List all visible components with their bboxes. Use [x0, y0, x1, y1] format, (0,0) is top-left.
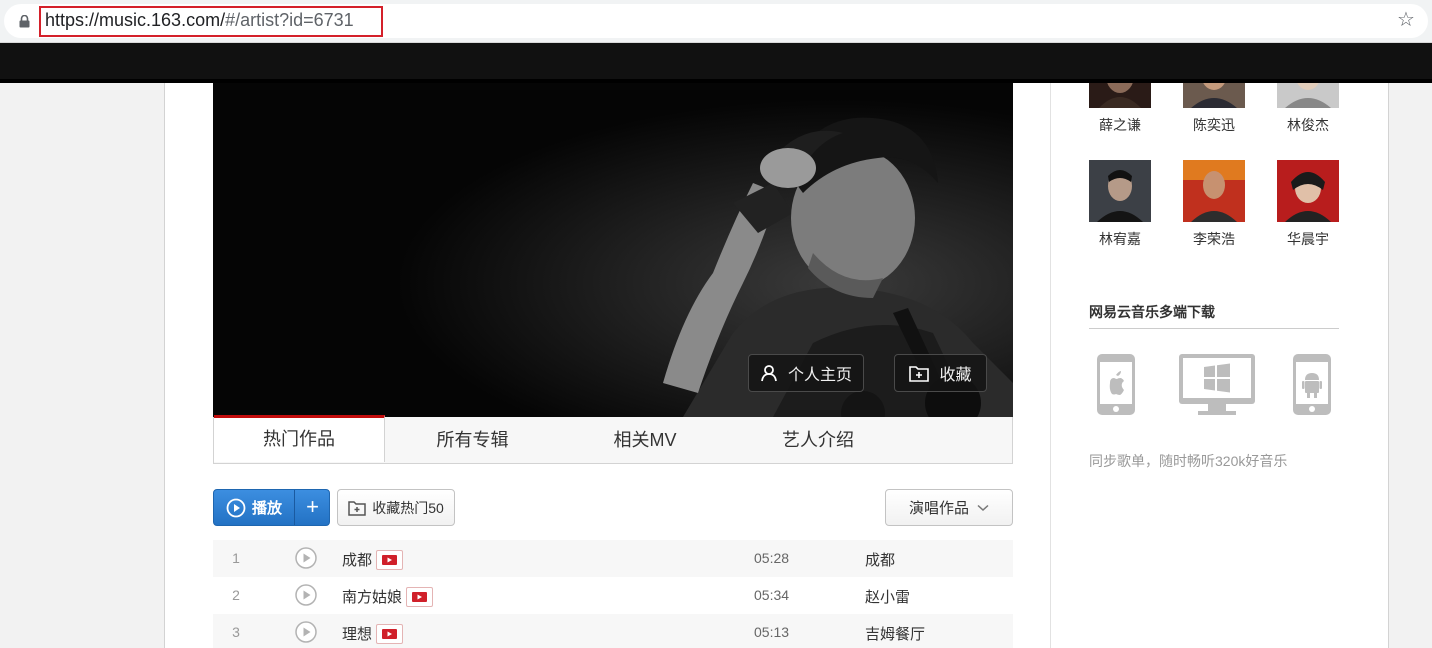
similar-artist[interactable]: 李荣浩	[1183, 160, 1245, 249]
works-filter-label: 演唱作品	[908, 500, 969, 517]
mv-icon[interactable]	[406, 586, 434, 607]
play-all-button-group: 播放 +	[213, 489, 330, 526]
download-divider	[1089, 328, 1339, 329]
artist-avatar[interactable]	[1277, 160, 1339, 222]
similar-artist[interactable]: 华晨宇	[1277, 160, 1339, 249]
collect-hot50-label: 收藏热门50	[372, 499, 444, 516]
works-filter-dropdown[interactable]: 演唱作品	[885, 489, 1013, 526]
artist-name[interactable]: 陈奕迅	[1183, 115, 1245, 135]
play-all-button[interactable]: 播放	[214, 490, 294, 525]
tab-artist-intro[interactable]: 艺人介绍	[730, 417, 906, 463]
artist-avatar[interactable]	[1183, 160, 1245, 222]
song-row[interactable]: 3 理想 05:13 吉姆餐厅	[213, 614, 1013, 648]
song-title-cell: 成都	[342, 549, 404, 570]
windows-icon[interactable]	[1178, 353, 1256, 416]
mv-icon[interactable]	[376, 549, 404, 570]
apple-icon[interactable]	[1096, 353, 1136, 416]
url-text[interactable]: https://music.163.com/#/artist?id=6731	[45, 10, 354, 31]
song-title-cell: 南方姑娘	[342, 586, 434, 607]
artist-name[interactable]: 林俊杰	[1277, 115, 1339, 135]
artist-name[interactable]: 薛之谦	[1089, 115, 1151, 135]
site-top-nav-overlay	[0, 43, 1432, 83]
tab-hot-works[interactable]: 热门作品	[214, 415, 385, 462]
android-icon[interactable]	[1292, 353, 1332, 416]
collect-hot50-button[interactable]: 收藏热门50	[337, 489, 455, 526]
song-title[interactable]: 理想	[342, 623, 372, 644]
artist-name[interactable]: 林宥嘉	[1089, 229, 1151, 249]
song-album[interactable]: 赵小雷	[865, 586, 910, 607]
lock-icon	[19, 15, 30, 28]
song-index: 3	[232, 624, 240, 640]
play-circle-icon	[226, 498, 246, 517]
collect-artist-button[interactable]: 收藏	[894, 354, 987, 392]
bookmark-star-icon[interactable]: ☆	[1397, 10, 1415, 30]
similar-artist[interactable]: 林宥嘉	[1089, 160, 1151, 249]
play-label: 播放	[251, 500, 282, 517]
add-to-playlist-button[interactable]: +	[295, 490, 330, 525]
song-row[interactable]: 2 南方姑娘 05:34 赵小雷	[213, 577, 1013, 614]
url-path: #/artist?id=6731	[225, 10, 354, 30]
download-title: 网易云音乐多端下载	[1089, 304, 1215, 320]
song-album[interactable]: 吉姆餐厅	[865, 623, 925, 644]
artist-name[interactable]: 华晨宇	[1277, 229, 1339, 249]
play-song-icon[interactable]	[295, 547, 317, 569]
song-index: 1	[232, 550, 240, 566]
artist-tabs: 热门作品 所有专辑 相关MV 艺人介绍	[213, 415, 1013, 464]
tab-all-albums[interactable]: 所有专辑	[385, 417, 560, 463]
song-title[interactable]: 成都	[342, 549, 372, 570]
user-icon	[761, 365, 777, 382]
chevron-down-icon	[977, 504, 989, 511]
song-index: 2	[232, 587, 240, 603]
folder-add-icon	[348, 500, 366, 516]
artist-homepage-button[interactable]: 个人主页	[748, 354, 864, 392]
url-host: https://music.163.com/	[45, 10, 226, 30]
song-title[interactable]: 南方姑娘	[342, 586, 402, 607]
sidebar-divider	[1050, 83, 1051, 648]
tab-related-mv[interactable]: 相关MV	[560, 417, 730, 463]
homepage-label: 个人主页	[787, 367, 852, 384]
song-duration: 05:34	[754, 587, 790, 603]
folder-add-icon	[909, 365, 930, 382]
artist-avatar[interactable]	[1089, 160, 1151, 222]
artist-photo	[213, 83, 1013, 417]
collect-label: 收藏	[939, 367, 972, 384]
song-duration: 05:13	[754, 624, 790, 640]
song-title-cell: 理想	[342, 623, 404, 644]
play-song-icon[interactable]	[295, 584, 317, 606]
artist-banner	[213, 83, 1013, 417]
download-note: 同步歌单，随时畅听320k好音乐	[1089, 453, 1288, 469]
browser-address-bar: https://music.163.com/#/artist?id=6731 ☆	[0, 0, 1432, 43]
song-duration: 05:28	[754, 550, 790, 566]
song-row[interactable]: 1 成都 05:28 成都	[213, 540, 1013, 577]
mv-icon[interactable]	[376, 623, 404, 644]
play-song-icon[interactable]	[295, 621, 317, 643]
song-album[interactable]: 成都	[865, 549, 895, 570]
artist-name[interactable]: 李荣浩	[1183, 229, 1245, 249]
